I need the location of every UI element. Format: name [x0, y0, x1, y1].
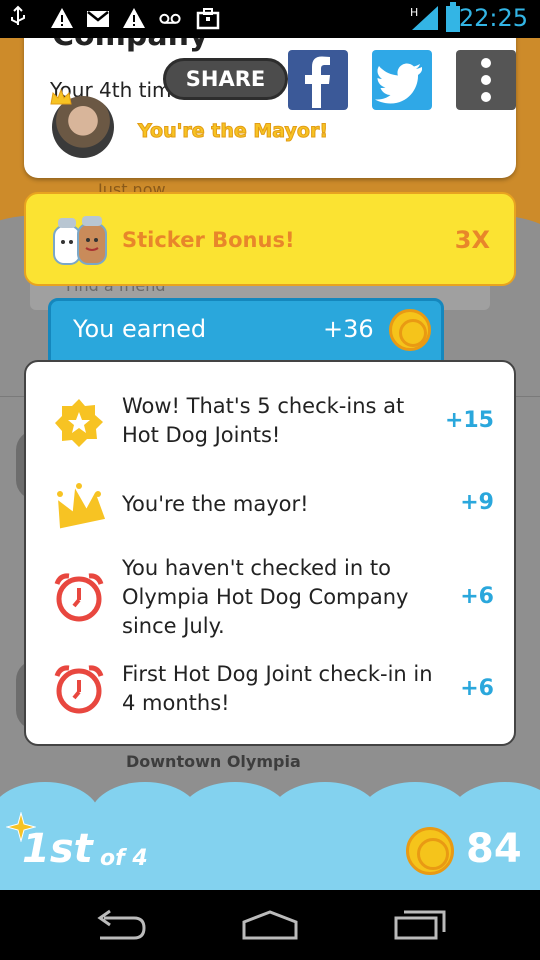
briefcase-icon [196, 5, 220, 31]
warning-icon [50, 5, 74, 31]
gmail-icon [86, 5, 110, 31]
downtown-label: Downtown Olympia [126, 752, 301, 771]
facebook-icon [305, 56, 330, 108]
more-options-button[interactable] [456, 50, 516, 110]
recent-apps-icon [394, 910, 446, 940]
bonus-points: +6 [460, 676, 494, 701]
bonus-list-card: Wow! That's 5 check-ins at Hot Dog Joint… [24, 360, 516, 746]
coin-icon [406, 827, 454, 875]
crown-icon [50, 88, 72, 106]
crown-icon [52, 480, 106, 534]
usb-icon [6, 5, 30, 31]
facebook-share-button[interactable] [288, 50, 348, 110]
sticker-multiplier: 3X [454, 226, 490, 254]
alarm-clock-icon [52, 662, 106, 716]
bonus-text: Wow! That's 5 check-ins at Hot Dog Joint… [122, 394, 405, 447]
bonus-points: +9 [460, 490, 494, 515]
leaderboard-rank: 1st [22, 826, 93, 872]
home-icon [242, 910, 298, 940]
coin-icon [389, 309, 431, 351]
clock: 22:25 [458, 4, 528, 32]
sticker-bonus-label: Sticker Bonus! [122, 228, 295, 252]
bonus-points: +6 [460, 584, 494, 609]
earned-label: You earned [73, 315, 207, 343]
twitter-share-button[interactable] [372, 50, 432, 110]
bonus-text: First Hot Dog Joint check-in in 4 months… [122, 662, 433, 715]
svg-text:H: H [410, 6, 418, 19]
signal-icon: H [410, 4, 440, 32]
leaderboard-total: of 4 [100, 846, 148, 871]
salt-pepper-sticker-icon [48, 208, 112, 272]
bonus-text: You haven't checked in to Olympia Hot Do… [122, 556, 409, 638]
twitter-icon [375, 63, 422, 104]
voicemail-icon [158, 5, 188, 31]
sticker-bonus-card: Sticker Bonus! 3X [24, 192, 516, 286]
venue-card: Company Your 4th time here You're the Ma… [24, 18, 516, 178]
bonus-text: You're the mayor! [122, 492, 309, 516]
navigation-bar [0, 890, 540, 960]
home-button[interactable] [240, 908, 300, 942]
alarm-clock-icon [52, 570, 106, 624]
back-button[interactable] [90, 908, 150, 942]
mayor-label: You're the Mayor! [137, 120, 329, 143]
bonus-points: +15 [444, 408, 494, 433]
earned-value: +36 [323, 315, 374, 343]
coins-total: 84 [466, 826, 522, 872]
share-label: SHARE [163, 58, 288, 100]
star-badge-icon [52, 396, 106, 450]
status-bar: H 22:25 [0, 0, 540, 38]
recent-apps-button[interactable] [390, 908, 450, 942]
warning-icon [122, 5, 146, 31]
back-icon [97, 909, 146, 940]
more-vert-icon [481, 58, 491, 102]
